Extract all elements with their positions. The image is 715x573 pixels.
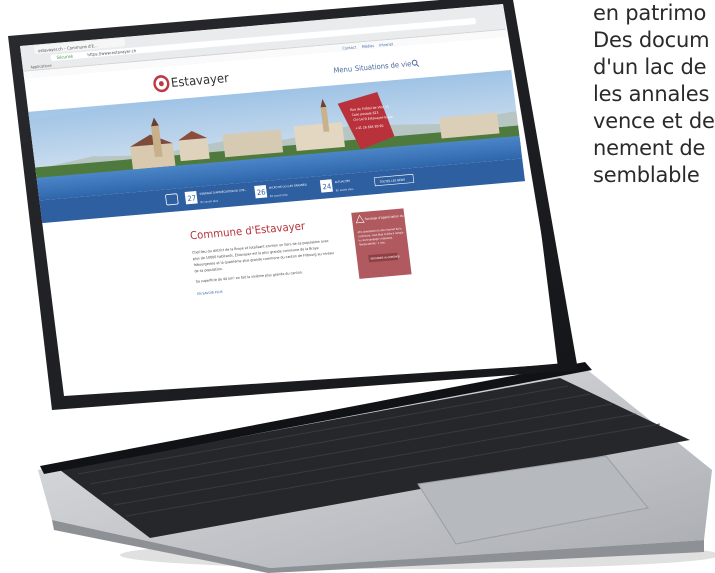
news-day: 26 [256, 187, 266, 197]
laptop-photo: estavayer.ch – Commune d'E... https://ww… [8, 0, 715, 573]
news-day: 24 [322, 181, 332, 191]
news-day: 27 [187, 193, 197, 203]
